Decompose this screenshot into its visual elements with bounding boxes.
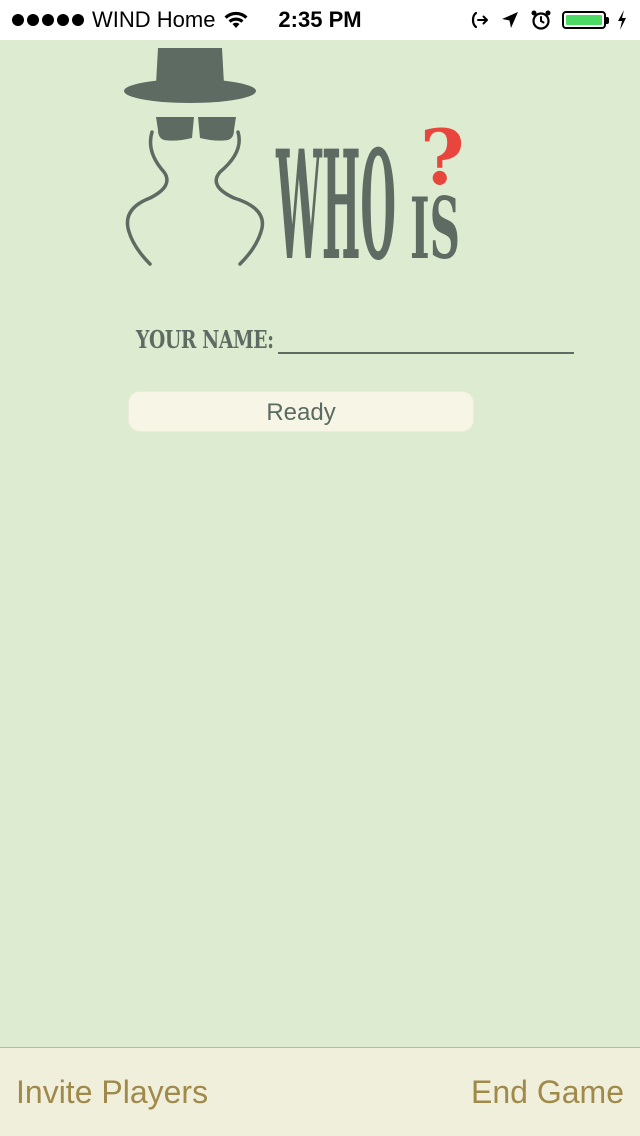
name-label: YOUR NAME: [136, 325, 274, 354]
name-row: YOUR NAME: [136, 314, 574, 354]
detective-icon [124, 48, 265, 266]
who-is-logo: WHO IS ? [124, 48, 465, 280]
logo-question-mark: ? [420, 113, 465, 202]
status-right [470, 0, 628, 40]
logo-word-who: WHO [275, 118, 396, 280]
battery-icon [562, 11, 609, 29]
status-bar: WIND Home 2:35 PM [0, 0, 640, 40]
bottom-toolbar: Invite Players End Game [0, 1047, 640, 1136]
battery-fill [566, 15, 602, 25]
ready-button[interactable]: Ready [128, 391, 474, 432]
alarm-clock-icon [531, 10, 551, 30]
location-arrow-icon [502, 12, 518, 28]
end-game-button[interactable]: End Game [471, 1048, 624, 1136]
name-input[interactable] [278, 322, 574, 354]
charging-bolt-icon [618, 10, 626, 30]
call-forward-icon [471, 11, 488, 29]
invite-players-button[interactable]: Invite Players [16, 1048, 208, 1136]
